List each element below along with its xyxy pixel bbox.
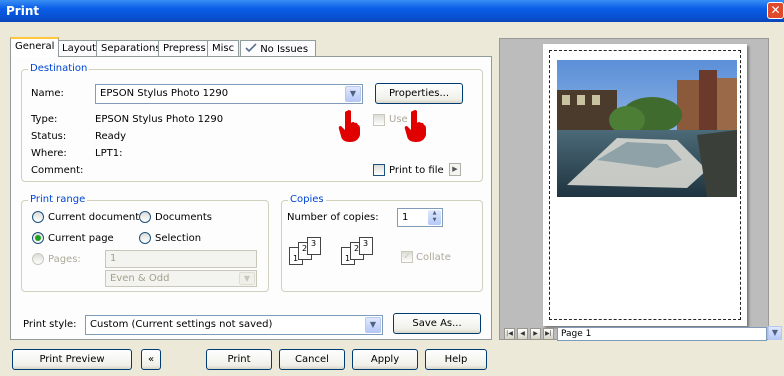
- current-page-radio[interactable]: [32, 232, 44, 244]
- tab-prepress[interactable]: Prepress: [158, 40, 211, 56]
- current-document-radio[interactable]: [32, 211, 44, 223]
- tab-no-issues[interactable]: No Issues: [240, 40, 316, 56]
- current-page-label: Current page: [48, 233, 114, 244]
- print-to-file-label: Print to file: [389, 165, 444, 176]
- pages-value: 1: [110, 253, 117, 264]
- type-value: EPSON Stylus Photo 1290: [95, 114, 224, 125]
- chevron-down-icon[interactable]: ▼: [239, 272, 255, 285]
- spin-icon[interactable]: ▲ ▼: [428, 210, 441, 225]
- collate-pages-icon: 1 2 3: [289, 237, 329, 267]
- previous-page-button[interactable]: ◀: [517, 328, 528, 340]
- current-document-label: Current document: [48, 212, 140, 223]
- copies-value: 1: [402, 212, 409, 223]
- where-label: Where:: [31, 148, 67, 159]
- use-checkbox[interactable]: [373, 114, 385, 126]
- previous-page-icon: ◀: [520, 330, 525, 337]
- print-style-value: Custom (Current settings not saved): [90, 319, 273, 330]
- print-preview-button[interactable]: Print Preview: [12, 349, 132, 370]
- first-page-button[interactable]: |◀: [504, 328, 515, 340]
- pages-input[interactable]: 1: [105, 250, 257, 268]
- arrow-right-icon: ▶: [452, 165, 458, 173]
- print-preview-pane: |◀ ◀ ▶ ▶| Page 1: [499, 38, 769, 341]
- tab-general[interactable]: General: [10, 37, 60, 57]
- general-tab-panel: Destination Name: EPSON Stylus Photo 129…: [10, 56, 492, 340]
- apply-button[interactable]: Apply: [352, 349, 418, 370]
- help-button[interactable]: Help: [425, 349, 487, 370]
- print-button[interactable]: Print: [206, 349, 272, 370]
- next-page-button[interactable]: ▶: [530, 328, 541, 340]
- name-label: Name:: [31, 88, 64, 99]
- pages-radio[interactable]: [32, 253, 44, 265]
- collate-checkbox[interactable]: ✓: [401, 251, 413, 263]
- print-to-file-checkbox[interactable]: [373, 164, 385, 176]
- next-page-icon: ▶: [533, 330, 538, 337]
- destination-legend: Destination: [28, 63, 90, 74]
- tab-separations[interactable]: Separations: [96, 40, 166, 56]
- save-as-button[interactable]: Save As...: [393, 313, 481, 334]
- pages-label: Pages:: [48, 254, 81, 265]
- documents-radio[interactable]: [139, 211, 151, 223]
- preview-photo: [557, 60, 737, 197]
- close-icon: ✕: [770, 3, 781, 17]
- copies-input[interactable]: 1 ▲ ▼: [397, 208, 443, 227]
- canal-photo-image: [557, 60, 737, 197]
- collapse-preview-button[interactable]: «: [141, 349, 161, 370]
- collate-pages-icon: 1 2 3: [341, 237, 381, 267]
- printer-name-value: EPSON Stylus Photo 1290: [100, 88, 229, 99]
- chevron-down-icon[interactable]: ▼: [365, 317, 381, 333]
- pointer-hand-icon: [338, 110, 360, 142]
- last-page-icon: ▶|: [545, 330, 552, 337]
- window-title: Print: [6, 4, 40, 18]
- comment-label: Comment:: [31, 165, 84, 176]
- even-odd-value: Even & Odd: [110, 273, 170, 284]
- page-dropdown-button[interactable]: ▼: [768, 326, 782, 340]
- tab-label: No Issues: [260, 44, 309, 55]
- even-odd-select[interactable]: Even & Odd ▼: [105, 270, 257, 287]
- status-label: Status:: [31, 131, 67, 142]
- check-issues-icon: [245, 43, 257, 53]
- number-of-copies-label: Number of copies:: [287, 212, 379, 223]
- chevron-down-icon: ▼: [771, 328, 779, 337]
- print-to-file-options-button[interactable]: ▶: [449, 163, 461, 176]
- pointer-hand-icon: [404, 110, 426, 142]
- page-select[interactable]: Page 1: [557, 327, 767, 341]
- collate-label: Collate: [416, 252, 451, 263]
- selection-label: Selection: [155, 233, 202, 244]
- first-page-icon: |◀: [506, 330, 513, 337]
- documents-label: Documents: [155, 212, 213, 223]
- page-glyph: 3: [307, 237, 321, 255]
- tab-label: Misc: [212, 43, 235, 54]
- print-style-label: Print style:: [23, 319, 77, 330]
- print-style-select[interactable]: Custom (Current settings not saved) ▼: [85, 315, 383, 335]
- page-margin-outline: [549, 50, 741, 320]
- print-range-legend: Print range: [28, 194, 88, 205]
- tab-label: Layout: [62, 43, 96, 54]
- close-button[interactable]: ✕: [767, 2, 784, 19]
- last-page-button[interactable]: ▶|: [543, 328, 554, 340]
- tab-label: Separations: [101, 43, 161, 54]
- tab-layout[interactable]: Layout: [57, 40, 101, 56]
- status-value: Ready: [95, 131, 127, 142]
- title-bar: Print ✕: [0, 0, 784, 22]
- double-chevron-left-icon: «: [147, 354, 155, 365]
- tab-label: Prepress: [163, 43, 206, 54]
- selection-radio[interactable]: [139, 232, 151, 244]
- preview-page: [543, 44, 747, 326]
- where-value: LPT1:: [95, 148, 123, 159]
- chevron-down-icon[interactable]: ▼: [345, 86, 361, 102]
- cancel-button[interactable]: Cancel: [279, 349, 345, 370]
- tab-label: General: [15, 41, 55, 52]
- properties-button[interactable]: Properties...: [375, 83, 463, 104]
- type-label: Type:: [31, 114, 58, 125]
- printer-name-select[interactable]: EPSON Stylus Photo 1290 ▼: [95, 84, 363, 104]
- tab-misc[interactable]: Misc: [207, 40, 240, 56]
- page-glyph: 3: [359, 237, 373, 255]
- copies-legend: Copies: [288, 194, 326, 205]
- page-select-value: Page 1: [561, 329, 592, 339]
